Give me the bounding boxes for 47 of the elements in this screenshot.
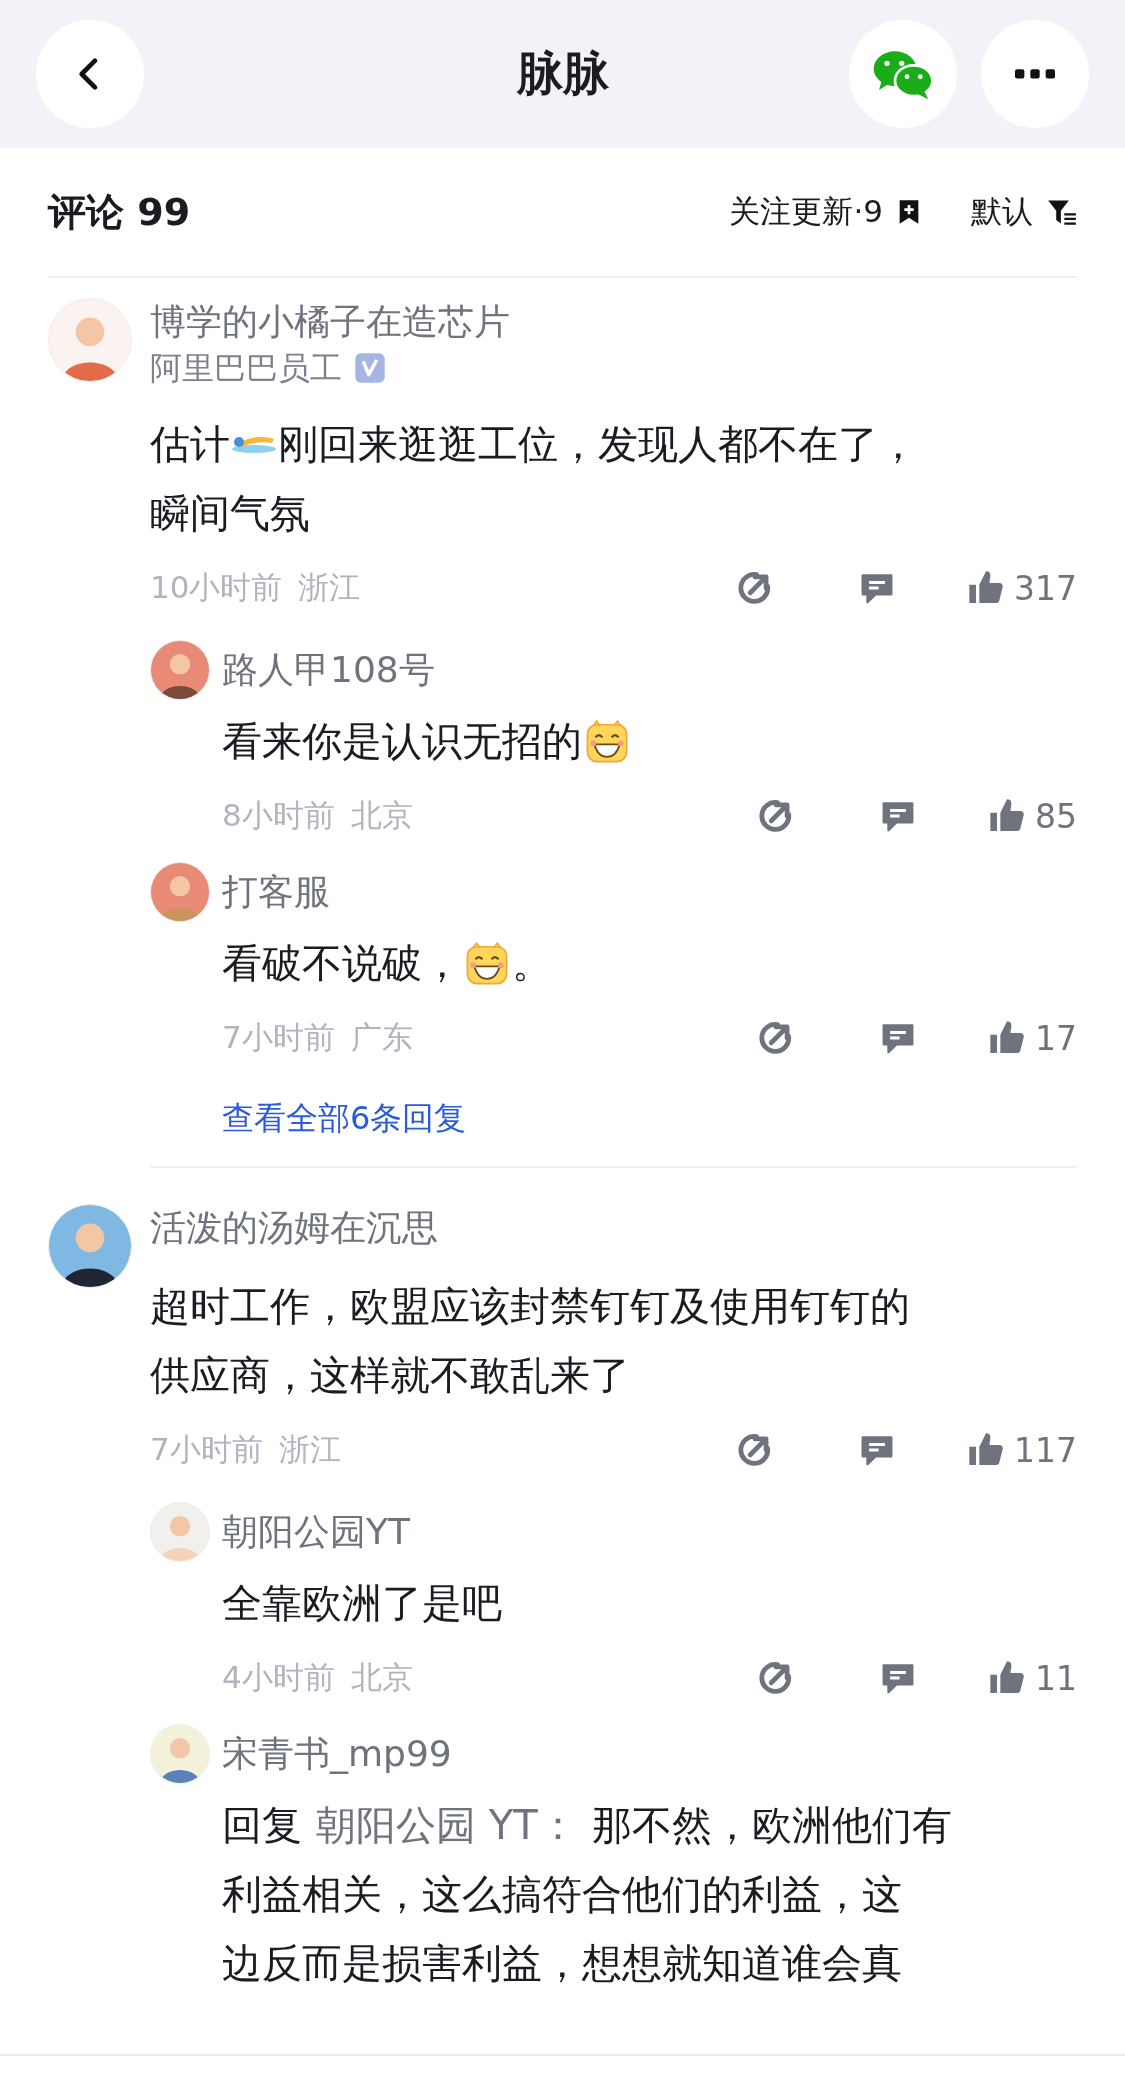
comment-text: 供应商，这样就不敢乱来了 <box>150 1351 630 1400</box>
comment-text: 看破不说破， <box>222 939 462 988</box>
post-time: 8小时前 <box>222 796 335 835</box>
author-name[interactable]: 朝阳公园YT <box>222 1502 1077 1562</box>
comment-text: 全靠欧洲了是吧 <box>222 1579 502 1628</box>
comment-text: 回复 <box>222 1801 302 1850</box>
author-name[interactable]: 活泼的汤姆在沉思 <box>150 1204 1077 1252</box>
post-region: 广东 <box>350 1018 413 1057</box>
comment-text: 。 <box>512 939 552 988</box>
like-button[interactable]: 17 <box>987 1018 1077 1058</box>
post-region: 北京 <box>350 796 413 835</box>
author-name[interactable]: 宋青书_mp99 <box>222 1724 1077 1784</box>
sort-button[interactable]: 默认 <box>971 191 1077 233</box>
grin-emoji-icon <box>584 718 630 765</box>
post-region: 浙江 <box>298 568 361 607</box>
comment-text: 看来你是认识无招的 <box>222 717 582 766</box>
comment-text: 边反而是损害利益，想想就知道谁会真 <box>222 1939 902 1988</box>
grin-emoji-icon <box>464 940 510 987</box>
like-button[interactable]: 317 <box>966 568 1077 608</box>
company-label: 阿里巴巴员工 <box>150 348 342 389</box>
mention-link[interactable]: 朝阳公园 YT： <box>316 1791 578 1860</box>
post-region: 浙江 <box>278 1430 341 1469</box>
more-icon <box>1015 68 1055 80</box>
swimmer-emoji-icon <box>232 434 276 455</box>
comments-count: 评论 99 <box>48 188 191 236</box>
bookmark-add-icon <box>897 198 921 226</box>
author-name[interactable]: 打客服 <box>222 862 1077 922</box>
post-time: 7小时前 <box>150 1430 263 1469</box>
comment-text: 利益相关，这么搞符合他们的利益，这 <box>222 1870 902 1919</box>
comment-text: 超时工作，欧盟应该封禁钉钉及使用钉钉的 <box>150 1282 910 1331</box>
post-time: 10小时前 <box>150 568 283 607</box>
post-region: 北京 <box>350 1658 413 1697</box>
post-time: 4小时前 <box>222 1658 335 1697</box>
comment-text: 估计 <box>150 420 230 469</box>
view-all-replies-link[interactable]: 查看全部6条回复 <box>222 1078 1077 1158</box>
follow-updates-button[interactable]: 关注更新·9 <box>729 191 921 233</box>
like-button[interactable]: 117 <box>966 1430 1077 1470</box>
comment-text: 瞬间气氛 <box>150 489 310 538</box>
author-name[interactable]: 博学的小橘子在造芯片 <box>150 298 1077 346</box>
comment-text: 那不然，欧洲他们有 <box>591 1801 952 1850</box>
comment-text: 刚回来逛逛工位，发现人都不在了， <box>278 420 918 469</box>
post-time: 7小时前 <box>222 1018 335 1057</box>
filter-icon <box>1047 198 1077 226</box>
like-button[interactable]: 11 <box>987 1658 1077 1698</box>
like-button[interactable]: 85 <box>987 796 1077 836</box>
author-name[interactable]: 路人甲108号 <box>222 640 1077 700</box>
page-title: 脉脉 <box>516 45 609 102</box>
